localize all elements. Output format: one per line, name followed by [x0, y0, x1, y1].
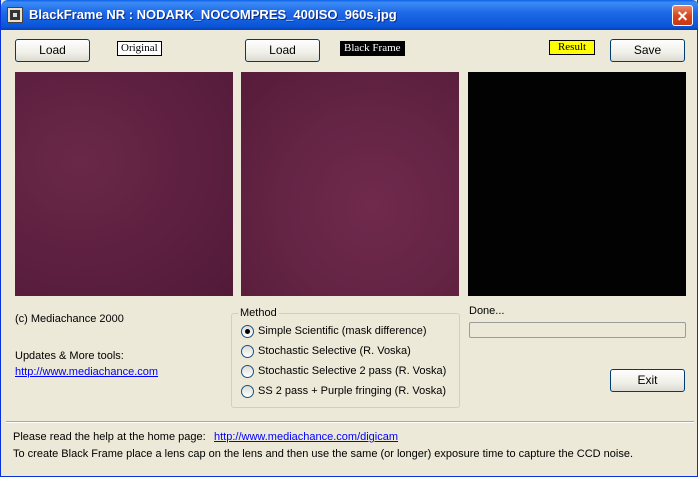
- copyright-text: (c) Mediachance 2000: [15, 313, 124, 325]
- close-button[interactable]: [672, 5, 693, 26]
- updates-label: Updates & More tools:: [15, 350, 124, 362]
- save-button[interactable]: Save: [610, 39, 685, 62]
- divider: [6, 421, 694, 423]
- radio-checked-icon[interactable]: [241, 325, 254, 338]
- original-image-preview: [15, 72, 233, 296]
- help-text: Please read the help at the home page:: [13, 431, 206, 443]
- progress-bar: [469, 322, 686, 338]
- radio-icon[interactable]: [241, 345, 254, 358]
- app-window: BlackFrame NR : NODARK_NOCOMPRES_400ISO_…: [0, 0, 698, 477]
- load-original-button[interactable]: Load: [15, 39, 90, 62]
- method-option-label: Stochastic Selective 2 pass (R. Voska): [258, 365, 447, 377]
- radio-icon[interactable]: [241, 365, 254, 378]
- method-group-title: Method: [238, 307, 279, 319]
- app-icon[interactable]: [7, 7, 23, 23]
- window-title: BlackFrame NR : NODARK_NOCOMPRES_400ISO_…: [29, 7, 397, 22]
- status-text: Done...: [469, 305, 505, 317]
- load-black-frame-button[interactable]: Load: [245, 39, 320, 62]
- instructions-text: To create Black Frame place a lens cap o…: [13, 448, 633, 460]
- result-image-preview: [468, 72, 686, 296]
- method-option-label: Stochastic Selective (R. Voska): [258, 345, 411, 357]
- result-label: Result: [549, 40, 595, 55]
- method-option-label: SS 2 pass + Purple fringing (R. Voska): [258, 385, 447, 397]
- help-link[interactable]: http://www.mediachance.com/digicam: [214, 431, 398, 443]
- original-label: Original: [117, 41, 162, 56]
- method-option-label: Simple Scientific (mask difference): [258, 325, 427, 337]
- title-bar[interactable]: BlackFrame NR : NODARK_NOCOMPRES_400ISO_…: [1, 0, 698, 30]
- exit-button[interactable]: Exit: [610, 369, 685, 392]
- updates-link[interactable]: http://www.mediachance.com: [15, 366, 158, 378]
- black-frame-label: Black Frame: [340, 41, 405, 56]
- black-frame-image-preview: [241, 72, 459, 296]
- radio-icon[interactable]: [241, 385, 254, 398]
